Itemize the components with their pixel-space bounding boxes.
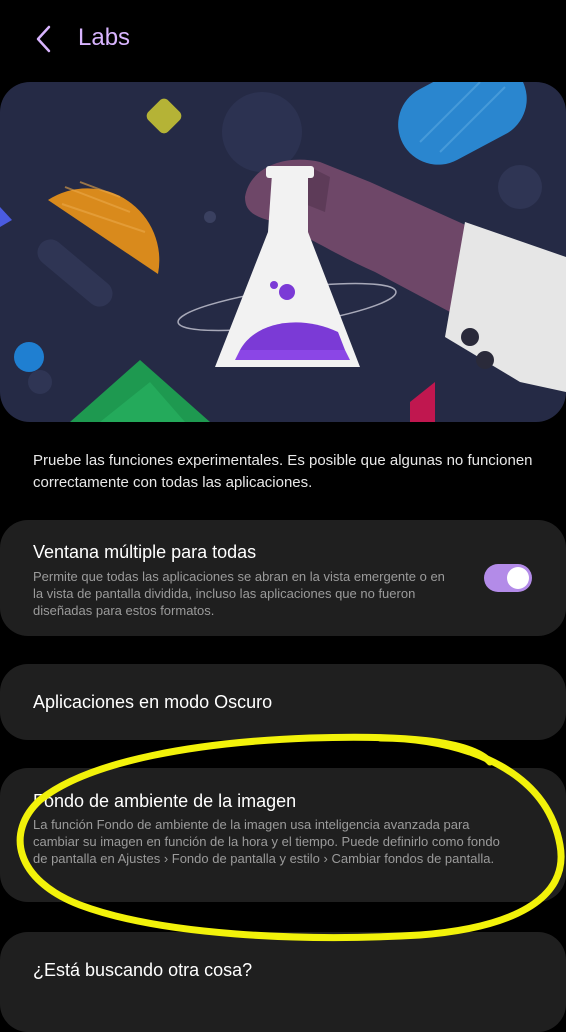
setting-title: Aplicaciones en modo Oscuro: [33, 692, 273, 712]
setting-description: La función Fondo de ambiente de la image…: [33, 817, 500, 866]
multi-window-setting[interactable]: Ventana múltiple para todas Permite que …: [0, 520, 566, 636]
intro-text: Pruebe las funciones experimentales. Es …: [33, 452, 533, 491]
header: Labs: [0, 0, 566, 80]
toggle-knob: [507, 567, 529, 589]
setting-title: Ventana múltiple para todas: [33, 542, 257, 562]
multi-window-toggle[interactable]: [484, 564, 532, 592]
labs-illustration: [0, 82, 566, 422]
ambient-wallpaper-setting[interactable]: Fondo de ambiente de la imagen La funció…: [0, 768, 566, 902]
chevron-left-icon[interactable]: [30, 22, 60, 56]
page-title: Labs: [78, 24, 131, 51]
setting-title: ¿Está buscando otra cosa?: [33, 960, 253, 980]
dark-mode-apps-setting[interactable]: Aplicaciones en modo Oscuro: [0, 664, 566, 740]
setting-description: Permite que todas las aplicaciones se ab…: [33, 569, 445, 618]
looking-for-something-else[interactable]: ¿Está buscando otra cosa?: [0, 932, 566, 1032]
setting-title: Fondo de ambiente de la imagen: [33, 791, 297, 811]
